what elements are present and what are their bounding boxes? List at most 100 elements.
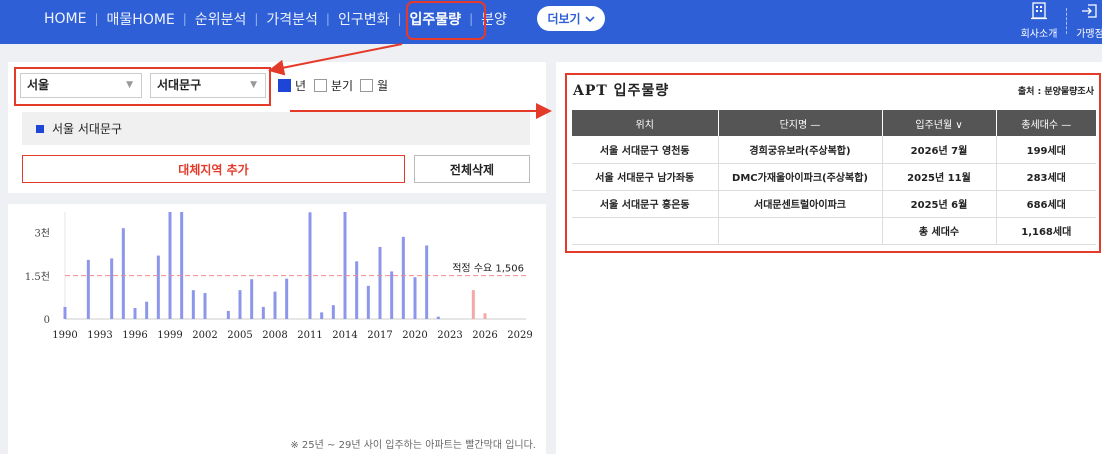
cell-empty [572,217,719,245]
period-label: 년 [295,79,307,93]
nav-separator: | [182,12,187,26]
column-header-households[interactable]: 총세대수 — [996,110,1096,136]
x-tick-label: 2026 [472,330,497,341]
column-header-location[interactable]: 위치 [572,110,719,136]
cell-households: 199세대 [996,136,1096,164]
chart-bar [401,236,405,319]
chart-bar [191,290,195,319]
top-navigation-bar: HOME | 매물HOME | 순위분석 | 가격분석 | 인구변화 | 입주물량 | 분양… [0,0,1102,44]
supply-title: APT 입주물량 [573,83,670,99]
nav-item-ranking[interactable]: 순위분석 [195,9,247,29]
supply-table: 위치 단지명 — 입주년월 ∨ 총세대수 — 서울 서대문구 영천동 경희궁유보… [572,110,1096,245]
chart-bar [86,259,90,319]
clear-all-button[interactable]: 전체삭제 [414,155,530,183]
nav-item-price[interactable]: 가격분석 [266,9,318,29]
table-row: 서울 서대문구 남가좌동 DMC가재울아이파크(주상복합) 2025년 11월 … [572,163,1096,191]
column-header-complex[interactable]: 단지명 — [718,110,883,136]
y-tick-label: 1.5천 [25,271,50,283]
total-value: 1,168세대 [996,217,1096,245]
chart-bar [238,290,242,319]
cell-location: 서울 서대문구 홍은동 [572,190,719,218]
chart-bar [156,255,160,319]
cell-empty [718,217,883,245]
cell-move-in-date: 2026년 7월 [882,136,997,164]
nav-separator: | [325,12,330,26]
x-tick-label: 2014 [332,330,357,341]
nav-separator: | [94,12,99,26]
x-tick-label: 1990 [52,330,77,341]
x-tick-label: 1996 [122,330,147,341]
chart-bar [320,312,324,319]
x-tick-label: 2023 [437,330,462,341]
chart-bar [285,278,289,319]
region-select-highlight [14,67,271,106]
total-label: 총 세대수 [882,217,997,245]
cell-households: 686세대 [996,190,1096,218]
building-icon [1014,2,1064,25]
supply-source: 출처 : 분양물량조사 [1017,87,1094,97]
selected-region-row: 서울 서대문구 [22,112,530,145]
cell-complex: DMC가재울아이파크(주상복합) [718,163,883,191]
nav-item-listing-home[interactable]: 매물HOME [107,9,175,29]
period-checkbox-month[interactable]: 월 [360,77,388,94]
chart-bar [483,313,487,319]
franchise-label: 가맹점 [1076,29,1102,40]
franchise-link[interactable]: 가맹점 [1070,0,1102,44]
x-tick-label: 2008 [262,330,287,341]
table-header-row: 위치 단지명 — 입주년월 ∨ 총세대수 — [572,110,1096,136]
table-row: 서울 서대문구 홍은동 서대문센트럴아이파크 2025년 6월 686세대 [572,190,1096,218]
chart-bar [168,212,172,319]
company-info-link[interactable]: 회사소개 [1014,0,1064,44]
cell-move-in-date: 2025년 6월 [882,190,997,218]
y-tick-label: 3천 [34,228,50,240]
chart-bar [180,212,184,319]
nav-item-population[interactable]: 인구변화 [338,9,390,29]
cell-move-in-date: 2025년 11월 [882,163,997,191]
company-info-label: 회사소개 [1020,29,1058,40]
x-tick-label: 1993 [87,330,112,341]
x-tick-label: 2002 [192,330,217,341]
nav-separator: | [254,12,259,26]
chart-bar [261,306,265,319]
chart-bar [110,258,114,319]
chart-bar [63,306,67,319]
x-tick-label: 2005 [227,330,252,341]
section-divider [8,193,546,204]
x-tick-label: 1999 [157,330,182,341]
chart-bar [226,310,230,319]
period-checkbox-quarter[interactable]: 분기 [314,77,353,94]
chart-bar [331,305,335,319]
chart-bar [436,316,440,319]
add-region-button[interactable]: 대체지역 추가 [22,155,405,183]
chart-bar [343,212,347,319]
x-tick-label: 2011 [297,330,322,341]
x-tick-label: 2029 [507,330,532,341]
active-tab-highlight [406,1,486,40]
chart-bar [145,301,149,319]
supply-table-panel: APT 입주물량 출처 : 분양물량조사 위치 단지명 — 입주년월 ∨ 총세대… [556,62,1102,454]
chart-bar [425,245,429,319]
chart-bar [355,261,359,319]
cell-location: 서울 서대문구 남가좌동 [572,163,719,191]
more-button[interactable]: 더보기 [537,6,605,31]
period-checkbox-year[interactable]: 년 [278,77,306,94]
column-header-move-in-date[interactable]: 입주년월 ∨ [882,110,997,136]
nav-item-home[interactable]: HOME [44,11,86,27]
move-in-supply-chart: 01.5천3천4.5천6천199019931996199920022005200… [25,212,533,341]
top-divider [1066,8,1067,34]
table-total-row: 총 세대수 1,168세대 [572,217,1096,245]
chart-bar [121,228,125,319]
period-label: 분기 [331,79,354,93]
x-tick-label: 2017 [367,330,392,341]
chart-bar [203,293,207,319]
chart-bar [471,290,475,319]
cell-complex: 서대문센트럴아이파크 [718,190,883,218]
checkbox-box [360,79,373,92]
more-button-label: 더보기 [547,12,581,26]
chart-bar [390,271,394,319]
chart-bar [413,277,417,319]
selected-region-label: 서울 서대문구 [52,122,123,136]
chart-bar [273,291,277,319]
chart-bar [250,279,254,319]
checkbox-box [314,79,327,92]
